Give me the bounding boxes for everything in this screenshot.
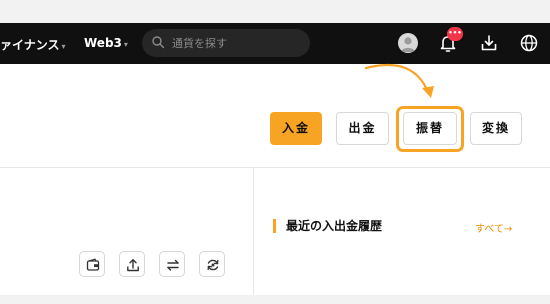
download-icon[interactable] [478, 32, 500, 54]
search-input[interactable] [172, 34, 300, 52]
search-icon [152, 36, 165, 49]
section-divider [0, 167, 550, 168]
nav-item-finance[interactable]: ァイナンス ▾ [0, 36, 66, 53]
avatar[interactable] [398, 33, 418, 53]
chevron-down-icon: ▾ [61, 42, 66, 51]
pointer-arrow [364, 63, 434, 98]
convert-button[interactable]: 変換 [470, 112, 522, 145]
assets-main-panel: 入金 出金 振替 変換 最近の入出金履歴 すべて→ [0, 63, 550, 295]
refresh-icon [207, 259, 219, 271]
see-all-link[interactable]: すべて→ [475, 220, 512, 235]
chevron-down-icon: ▾ [123, 40, 128, 49]
history-title: 最近の入出金履歴 [286, 219, 383, 233]
globe-icon[interactable] [518, 32, 540, 54]
swap-action-button[interactable] [159, 251, 185, 277]
user-icon [401, 37, 415, 52]
bottom-strip [0, 295, 550, 304]
wallet-icon [86, 258, 100, 271]
wallet-action-button[interactable] [79, 251, 105, 277]
upload-action-button[interactable] [119, 251, 145, 277]
column-divider [253, 168, 254, 295]
refresh-action-button[interactable] [199, 251, 225, 277]
top-navigation-bar: ァイナンス▾ Web3▾ ••• [0, 23, 550, 64]
upload-icon [127, 259, 139, 272]
transfer-highlight-box [396, 106, 464, 152]
nav-item-web3[interactable]: Web3 ▾ [84, 36, 128, 50]
swap-icon [167, 259, 179, 271]
notification-badge: ••• [447, 27, 463, 41]
deposit-button[interactable]: 入金 [270, 112, 322, 145]
nav-item-finance-label: ァイナンス [0, 38, 60, 52]
nav-item-web3-label: Web3 [84, 36, 122, 50]
search-box[interactable] [142, 29, 310, 57]
history-accent-bar [273, 219, 276, 233]
withdraw-button[interactable]: 出金 [336, 112, 389, 145]
